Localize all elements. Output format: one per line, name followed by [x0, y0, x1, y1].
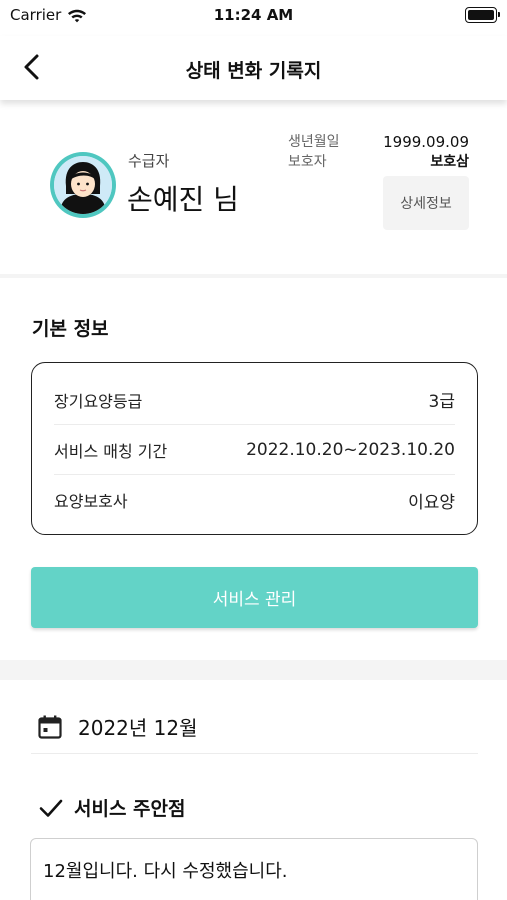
guardian-label: 보호자: [288, 154, 327, 170]
info-row-value: 2022.10.20~2023.10.20: [246, 439, 455, 460]
info-row-grade: 장기요양등급 3급: [54, 375, 455, 425]
check-icon: [39, 799, 63, 817]
birth-label: 생년월일: [288, 134, 340, 150]
service-manage-button[interactable]: 서비스 관리: [31, 567, 478, 628]
person-avatar-icon: [54, 156, 112, 214]
recipient-name: 손예진 님: [127, 183, 239, 216]
detail-info-button[interactable]: 상세정보: [383, 176, 469, 230]
month-label: 2022년 12월: [78, 716, 198, 740]
back-arrow-icon[interactable]: [18, 52, 48, 82]
profile-section: 수급자 손예진 님 생년월일 보호자 1999.09.09 보호삼 상세정보: [0, 112, 507, 274]
avatar: [50, 152, 116, 218]
profile-info-labels: 생년월일 보호자: [288, 132, 340, 172]
info-row-caregiver: 요양보호사 이요양: [54, 475, 455, 525]
month-selector[interactable]: 2022년 12월: [31, 700, 478, 754]
battery-icon: [465, 7, 500, 23]
recipient-role-label: 수급자: [128, 152, 170, 170]
section-divider: [0, 274, 507, 278]
calendar-icon: [38, 715, 62, 739]
caution-note-field[interactable]: 12월입니다. 다시 수정했습니다.: [30, 838, 478, 900]
nav-bar: 상태 변화 기록지: [0, 36, 507, 100]
info-row-label: 장기요양등급: [54, 391, 143, 411]
info-row-period: 서비스 매칭 기간 2022.10.20~2023.10.20: [54, 425, 455, 475]
basic-info-card: 장기요양등급 3급 서비스 매칭 기간 2022.10.20~2023.10.2…: [31, 362, 478, 535]
status-bar: Carrier 11:24 AM: [0, 0, 507, 32]
guardian-value: 보호삼: [430, 154, 469, 170]
section-divider-thick: [0, 660, 507, 680]
info-row-value: 이요양: [408, 492, 455, 513]
caution-note-text: 12월입니다. 다시 수정했습니다.: [43, 861, 288, 882]
birth-value: 1999.09.09: [383, 133, 469, 151]
info-row-value: 3급: [428, 392, 455, 412]
profile-info-values: 1999.09.09 보호삼: [383, 132, 469, 172]
info-row-label: 서비스 매칭 기간: [54, 441, 168, 461]
info-row-label: 요양보호사: [54, 492, 128, 511]
caution-title: 서비스 주안점: [74, 798, 186, 820]
caution-header: 서비스 주안점: [38, 794, 186, 821]
page-title: 상태 변화 기록지: [185, 60, 322, 82]
clock: 11:24 AM: [213, 6, 294, 24]
basic-info-title: 기본 정보: [32, 318, 109, 340]
